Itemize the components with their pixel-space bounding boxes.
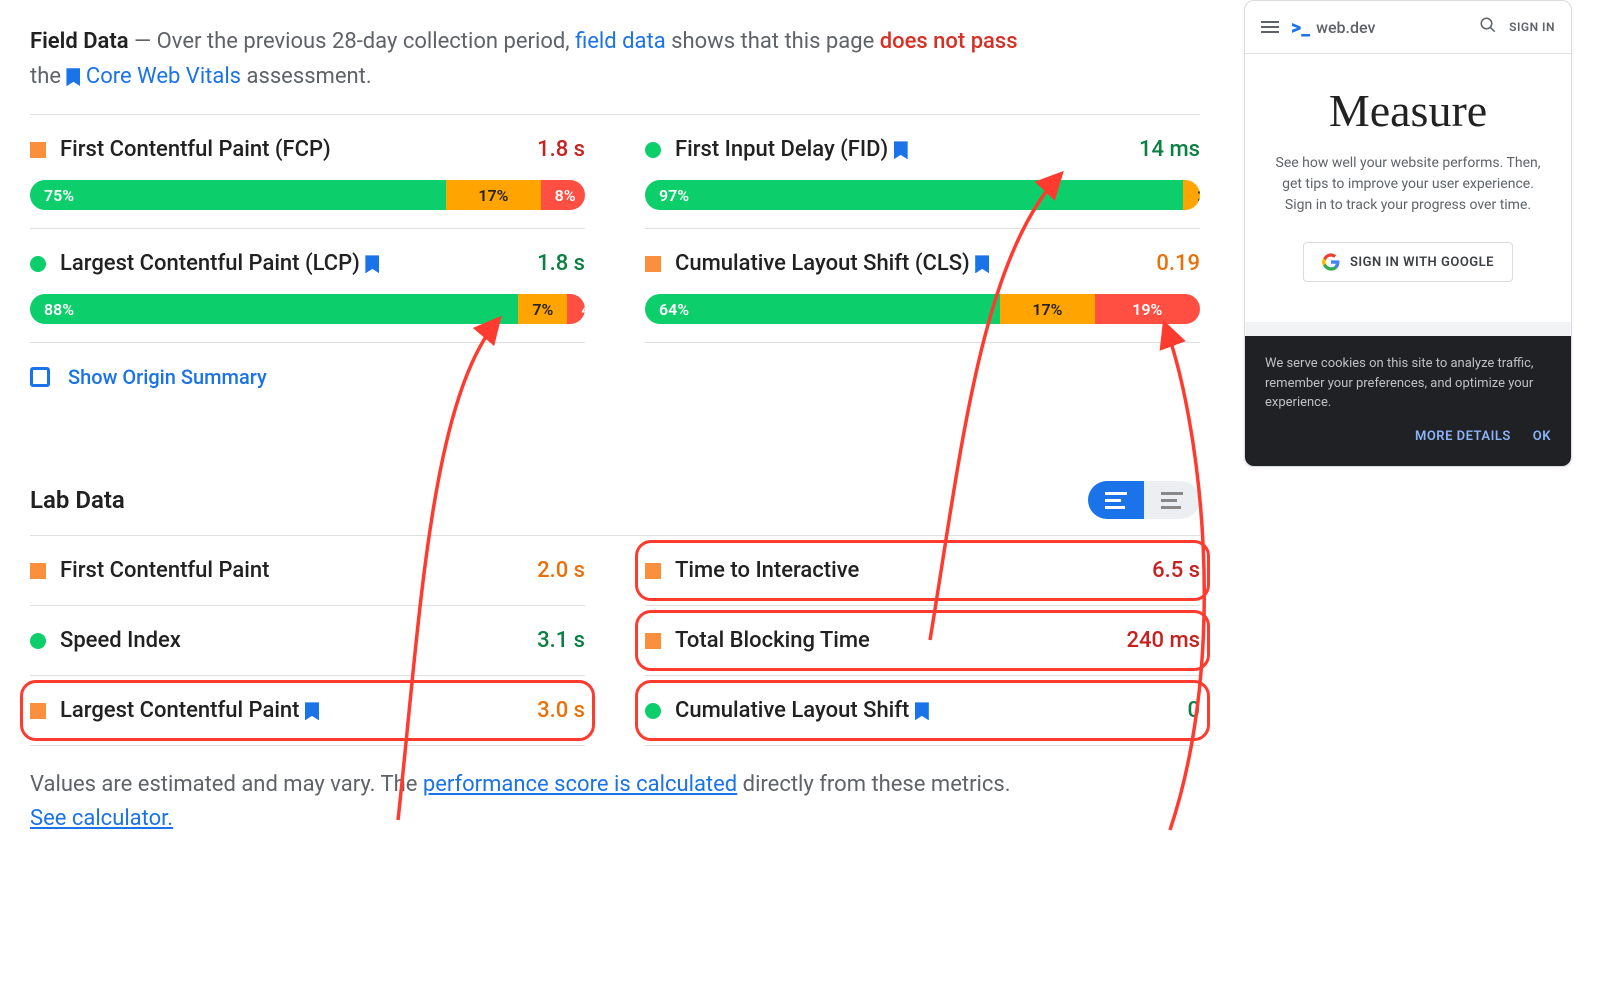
view-toggle-compact[interactable] [1088,481,1144,519]
preview-subtext: See how well your website performs. Then… [1269,153,1547,216]
bar-segment-orange: 17% [446,180,540,210]
bar-segment-red: 19% [1095,294,1200,324]
bookmark-icon [305,702,319,720]
perf-score-link[interactable]: performance score is calculated [423,772,737,797]
circle-icon [30,633,46,649]
bar-segment-green: 75% [30,180,446,210]
lab-metric-name: First Contentful Paint [60,558,523,583]
metric-fid: First Input Delay (FID) 14 ms 97%2%1% [645,115,1200,229]
google-signin-button[interactable]: SIGN IN WITH GOOGLE [1303,242,1513,282]
circle-icon [645,703,661,719]
sign-in-link[interactable]: SIGN IN [1509,20,1555,34]
webdev-logo[interactable]: >_web.dev [1291,15,1375,39]
lab-metric-name: Largest Contentful Paint [60,698,523,723]
field-data-intro: Field Data — Over the previous 28-day co… [30,24,1050,94]
bookmark-icon [975,255,989,273]
assessment-fail: does not pass [880,29,1018,54]
metric-name: Cumulative Layout Shift (CLS) [675,251,1142,276]
view-toggle[interactable] [1088,481,1200,519]
lab-l-lcp: Largest Contentful Paint 3.0 s [30,676,585,746]
square-icon [645,563,661,579]
cookie-banner: We serve cookies on this site to analyze… [1245,336,1571,466]
distribution-bar: 64%17%19% [645,294,1200,324]
lab-data-title: Lab Data [30,486,125,514]
lab-l-cls: Cumulative Layout Shift 0 [645,676,1200,746]
preview-headline: Measure [1269,84,1547,137]
lab-metric-value: 3.0 s [537,698,585,723]
bar-segment-orange: 17% [1000,294,1094,324]
metric-value: 1.8 s [537,137,585,162]
lab-metric-value: 6.5 s [1152,558,1200,583]
lab-metric-value: 240 ms [1127,628,1200,653]
field-data-link[interactable]: field data [575,29,666,54]
metric-value: 14 ms [1139,137,1200,162]
lab-metric-value: 0 [1187,698,1200,723]
distribution-bar: 88%7%4% [30,294,585,324]
square-icon [30,703,46,719]
bar-segment-red: 4% [567,294,585,324]
lab-metric-name: Time to Interactive [675,558,1138,583]
distribution-bar: 75%17%8% [30,180,585,210]
bar-segment-orange: 2% [1183,180,1200,210]
metric-value: 1.8 s [537,251,585,276]
metric-fcp: First Contentful Paint (FCP) 1.8 s 75%17%… [30,115,585,229]
lab-metric-name: Cumulative Layout Shift [675,698,1173,723]
metric-cls: Cumulative Layout Shift (CLS) 0.19 64%17%… [645,229,1200,343]
lab-l-tti: Time to Interactive 6.5 s [645,536,1200,606]
metric-name: Largest Contentful Paint (LCP) [60,251,523,276]
metric-name: First Contentful Paint (FCP) [60,137,523,162]
menu-icon[interactable] [1261,18,1279,36]
circle-icon [645,142,661,158]
square-icon [645,633,661,649]
lab-metric-name: Total Blocking Time [675,628,1113,653]
lab-footnote: Values are estimated and may vary. The p… [30,768,1050,836]
square-icon [645,256,661,272]
bar-segment-orange: 7% [518,294,567,324]
search-icon[interactable] [1479,16,1497,38]
field-metrics-grid: First Contentful Paint (FCP) 1.8 s75%17%… [30,114,1200,411]
bar-segment-green: 97% [645,180,1183,210]
lab-metric-name: Speed Index [60,628,523,653]
show-origin-summary[interactable]: Show Origin Summary [30,343,585,411]
distribution-bar: 97%2%1% [645,180,1200,210]
field-data-title: Field Data [30,29,129,54]
cookie-ok[interactable]: OK [1533,427,1551,447]
bookmark-icon [915,702,929,720]
checkbox-icon[interactable] [30,367,50,387]
lab-l-tbt: Total Blocking Time 240 ms [645,606,1200,676]
metric-lcp: Largest Contentful Paint (LCP) 1.8 s 88%7… [30,229,585,343]
see-calculator-link[interactable]: See calculator. [30,806,173,831]
bookmark-icon [365,255,379,273]
bookmark-icon [894,141,908,159]
lab-metric-value: 2.0 s [537,558,585,583]
bar-segment-green: 88% [30,294,518,324]
metric-name: First Input Delay (FID) [675,137,1125,162]
circle-icon [30,256,46,272]
metric-value: 0.19 [1156,251,1200,276]
lab-l-fcp: First Contentful Paint 2.0 s [30,536,585,606]
core-web-vitals-link[interactable]: Core Web Vitals [86,64,241,89]
lab-metric-value: 3.1 s [537,628,585,653]
square-icon [30,142,46,158]
google-icon [1322,253,1340,271]
view-toggle-expanded[interactable] [1144,481,1200,519]
lab-l-si: Speed Index 3.1 s [30,606,585,676]
bar-segment-green: 64% [645,294,1000,324]
square-icon [30,563,46,579]
cookie-more-details[interactable]: MORE DETAILS [1415,427,1511,447]
bookmark-icon [66,68,80,86]
webdev-preview-card: >_web.dev SIGN IN Measure See how well y… [1244,0,1572,467]
lab-data-grid: First Contentful Paint 2.0 s Time to Inte… [30,535,1200,746]
bar-segment-red: 8% [541,180,585,210]
